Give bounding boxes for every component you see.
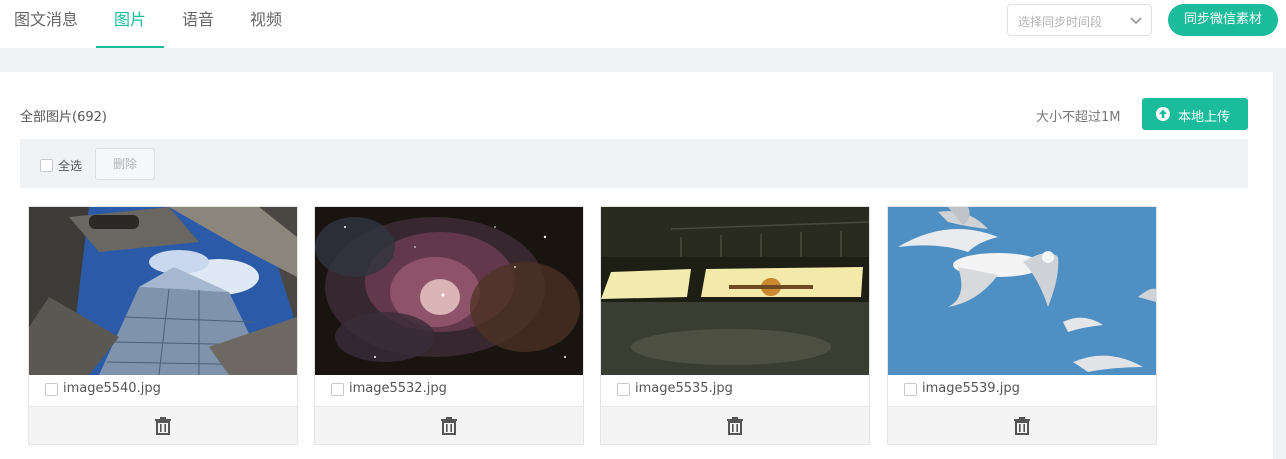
select-all-checkbox[interactable]: [40, 159, 53, 172]
image-thumbnail[interactable]: [888, 207, 1156, 375]
image-library-panel: 全部图片(692) 大小不超过1M 本地上传 全选 删除 image5540.j…: [0, 72, 1273, 459]
local-upload-button[interactable]: 本地上传: [1142, 98, 1248, 130]
trash-icon[interactable]: [1014, 417, 1030, 435]
image-filename: image5535.jpg: [635, 381, 733, 396]
card-actions: [29, 406, 297, 444]
image-checkbox[interactable]: [331, 383, 344, 396]
image-card[interactable]: image5540.jpg: [28, 206, 298, 445]
card-actions: [315, 406, 583, 444]
trash-icon[interactable]: [155, 417, 171, 435]
image-card[interactable]: image5535.jpg: [600, 206, 870, 445]
bulk-toolbar: 全选 删除: [20, 139, 1248, 188]
image-thumbnail[interactable]: [29, 207, 297, 375]
image-count-label: 全部图片(692): [20, 110, 107, 125]
image-checkbox[interactable]: [617, 383, 630, 396]
trash-icon[interactable]: [441, 417, 457, 435]
top-bar: 图文消息 图片 语音 视频 选择同步时间段 同步微信素材: [0, 0, 1286, 48]
delete-button[interactable]: 删除: [95, 148, 155, 180]
image-checkbox[interactable]: [904, 383, 917, 396]
sync-period-select[interactable]: 选择同步时间段: [1007, 4, 1152, 36]
image-thumbnail[interactable]: [601, 207, 869, 375]
tab-news[interactable]: 图文消息: [14, 0, 78, 48]
select-all-label: 全选: [58, 159, 83, 173]
card-actions: [601, 406, 869, 444]
image-card[interactable]: image5532.jpg: [314, 206, 584, 445]
chevron-down-icon: [1130, 17, 1142, 25]
trash-icon[interactable]: [727, 417, 743, 435]
tab-images[interactable]: 图片: [96, 0, 164, 48]
image-thumbnail[interactable]: [315, 207, 583, 375]
sync-wechat-button[interactable]: 同步微信素材: [1168, 4, 1278, 36]
tab-voice[interactable]: 语音: [182, 0, 214, 48]
image-filename: image5540.jpg: [63, 381, 161, 396]
image-card[interactable]: image5539.jpg: [887, 206, 1157, 445]
image-filename: image5532.jpg: [349, 381, 447, 396]
card-actions: [888, 406, 1156, 444]
tab-video[interactable]: 视频: [250, 0, 282, 48]
size-limit-note: 大小不超过1M: [1036, 110, 1121, 125]
upload-icon: [1156, 107, 1170, 121]
sync-period-placeholder: 选择同步时间段: [1018, 15, 1103, 29]
upload-label: 本地上传: [1178, 110, 1231, 125]
image-checkbox[interactable]: [45, 383, 58, 396]
image-filename: image5539.jpg: [922, 381, 1020, 396]
